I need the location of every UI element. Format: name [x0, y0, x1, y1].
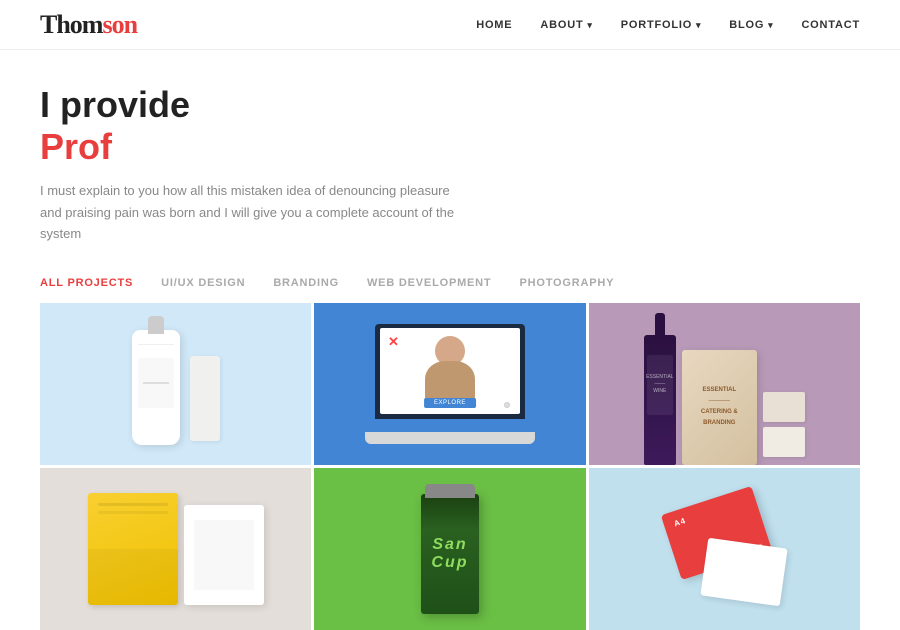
- filter-photography[interactable]: PHOTOGRAPHY: [519, 277, 614, 289]
- hero-title-line2: Prof: [40, 127, 860, 167]
- logo-text-main: Thom: [40, 10, 102, 39]
- hero-title-line1: I provide: [40, 85, 860, 125]
- logo-text-highlight: son: [102, 10, 137, 39]
- nav-contact[interactable]: CONTACT: [801, 19, 860, 31]
- nav-portfolio[interactable]: PORTFOLIO ▾: [621, 19, 702, 31]
- nav-home[interactable]: HOME: [476, 19, 512, 31]
- filter-web-development[interactable]: WEB DEVELOPMENT: [367, 277, 491, 289]
- filter-branding[interactable]: BRANDING: [273, 277, 339, 289]
- portfolio-grid: ✕ EXPLORE ESSENTIAL───WINE: [0, 303, 900, 630]
- portfolio-item-4[interactable]: [40, 468, 311, 630]
- main-nav: HOME ABOUT ▾ PORTFOLIO ▾ BLOG ▾ CONTACT: [476, 19, 860, 31]
- portfolio-item-2[interactable]: ✕ EXPLORE: [314, 303, 585, 465]
- filter-all-projects[interactable]: ALL PROJECTS: [40, 277, 133, 289]
- filter-bar: ALL PROJECTS UI/UX DESIGN BRANDING WEB D…: [0, 255, 900, 303]
- nav-blog[interactable]: BLOG ▾: [729, 19, 773, 31]
- portfolio-item-1[interactable]: [40, 303, 311, 465]
- site-header: Thomson HOME ABOUT ▾ PORTFOLIO ▾ BLOG ▾ …: [0, 0, 900, 50]
- nav-about[interactable]: ABOUT ▾: [540, 19, 592, 31]
- filter-ui-ux[interactable]: UI/UX DESIGN: [161, 277, 245, 289]
- hero-section: I provide Prof I must explain to you how…: [0, 50, 900, 255]
- portfolio-item-3[interactable]: ESSENTIAL───WINE ESSENTIAL─────CATERING …: [589, 303, 860, 465]
- hero-description: I must explain to you how all this mista…: [40, 180, 470, 244]
- portfolio-item-5[interactable]: San Cup: [314, 468, 585, 630]
- portfolio-item-6[interactable]: A4: [589, 468, 860, 630]
- logo[interactable]: Thomson: [40, 10, 137, 40]
